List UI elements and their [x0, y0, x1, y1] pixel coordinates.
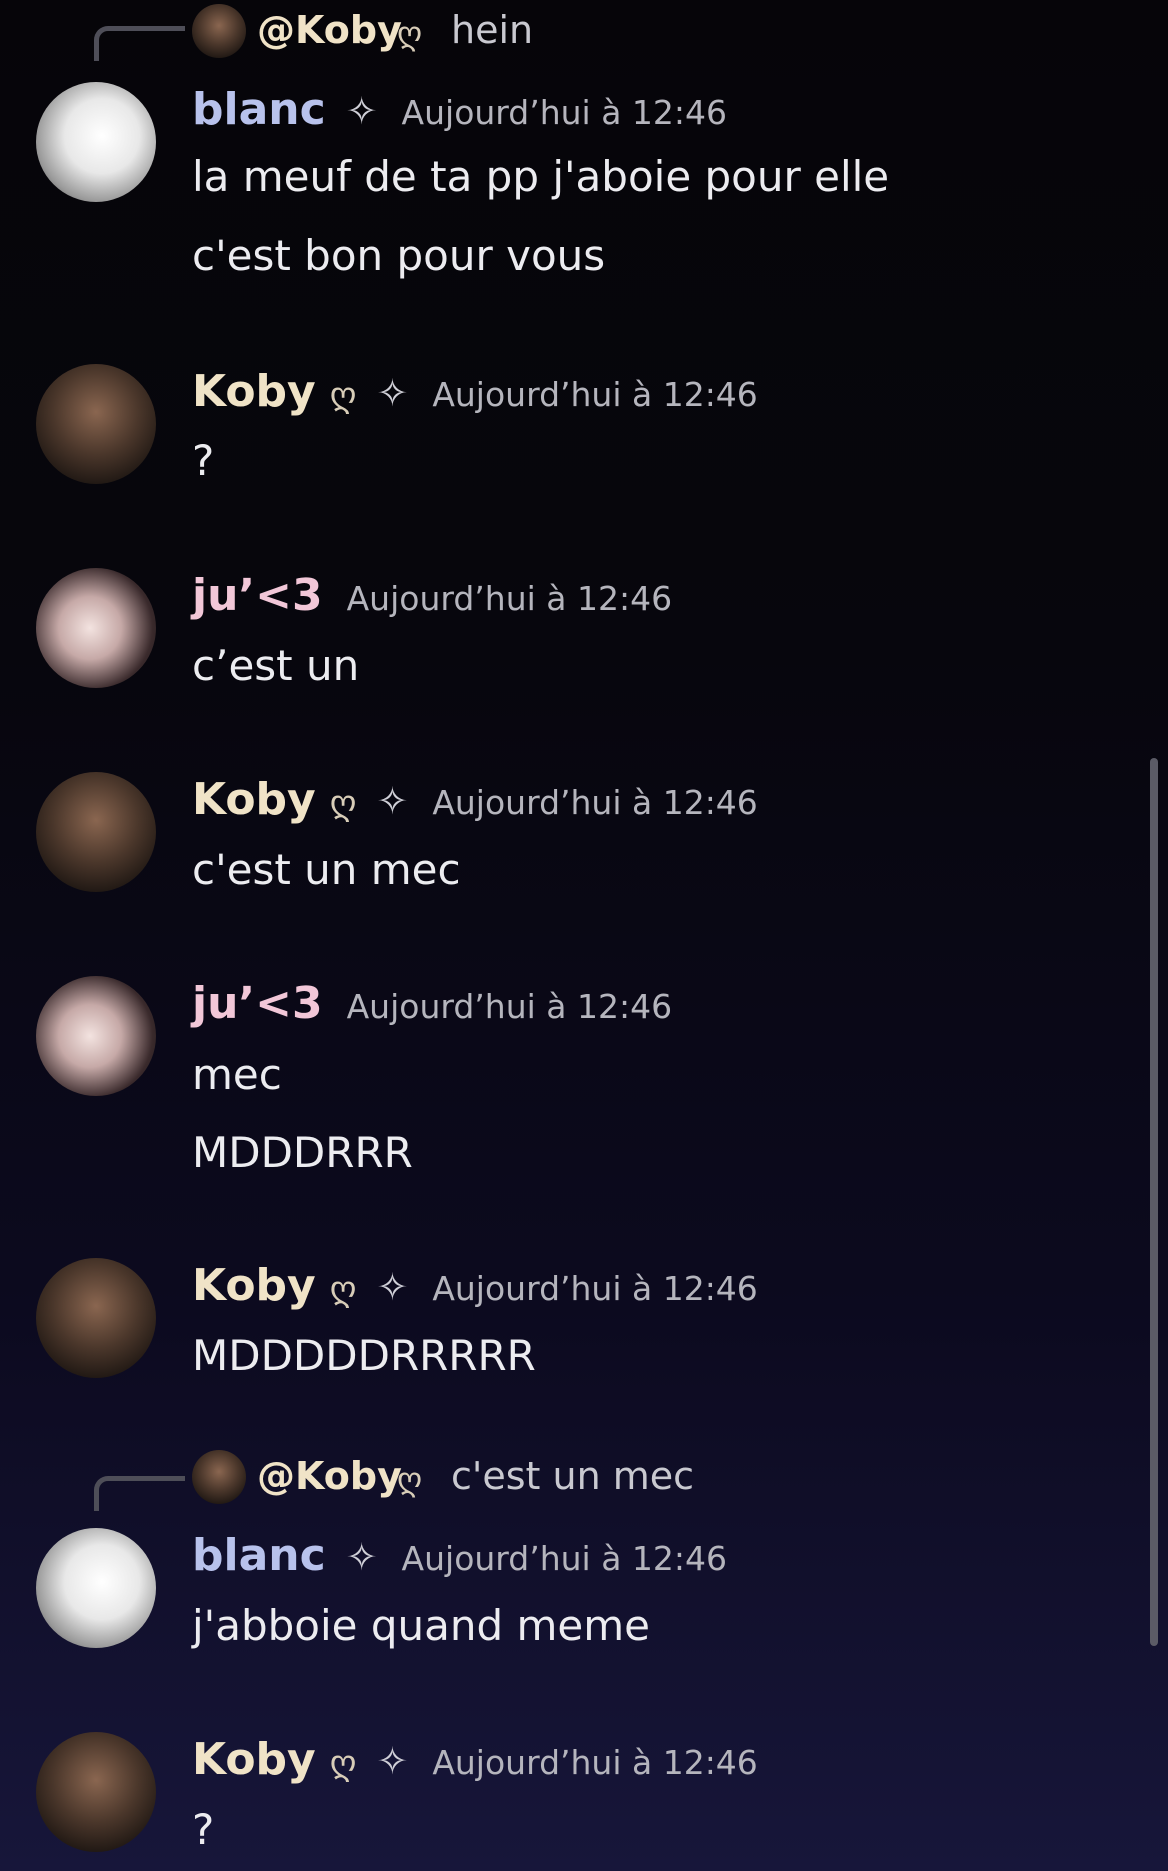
message-header: blanc ✧ Aujourd’hui à 12:46 [192, 84, 727, 135]
message-text: c’est un [192, 641, 360, 690]
username[interactable]: Koby [192, 366, 316, 417]
message-text: mec [192, 1050, 282, 1099]
reply-connector [94, 26, 185, 61]
message-header: Koby ღ ✧ Aujourd’hui à 12:46 [192, 366, 758, 417]
heart-loop-icon: ღ [397, 1460, 423, 1498]
message-text: MDDDRRR [192, 1128, 413, 1177]
avatar[interactable] [36, 1258, 156, 1378]
avatar[interactable] [36, 568, 156, 688]
timestamp: Aujourd’hui à 12:46 [401, 1539, 728, 1578]
message-header: ju’<3 Aujourd’hui à 12:46 [192, 570, 672, 621]
message-text: ? [192, 436, 215, 485]
reply-preview[interactable]: @Koby ღ c'est un mec [0, 1446, 1140, 1511]
scrollbar[interactable] [1150, 758, 1158, 1646]
timestamp: Aujourd’hui à 12:46 [432, 1269, 758, 1308]
message-header: Koby ღ ✧ Aujourd’hui à 12:46 [192, 774, 758, 825]
heart-loop-icon: ღ [329, 1743, 357, 1783]
reply-avatar [192, 4, 246, 58]
timestamp: Aujourd’hui à 12:46 [432, 1743, 758, 1782]
sparkle-icon: ✧ [376, 1265, 409, 1309]
sparkle-icon: ✧ [376, 779, 409, 823]
timestamp: Aujourd’hui à 12:46 [346, 987, 673, 1026]
timestamp: Aujourd’hui à 12:46 [346, 579, 673, 618]
message-text: c'est bon pour vous [192, 231, 606, 280]
username[interactable]: Koby [192, 774, 316, 825]
reply-avatar [192, 1450, 246, 1504]
message-header: Koby ღ ✧ Aujourd’hui à 12:46 [192, 1734, 758, 1785]
timestamp: Aujourd’hui à 12:46 [401, 93, 728, 132]
heart-loop-icon: ღ [397, 14, 423, 52]
sparkle-icon: ✧ [376, 1739, 409, 1783]
reply-preview[interactable]: @Koby ღ hein [0, 0, 1140, 61]
sparkle-icon: ✧ [345, 1535, 378, 1579]
username[interactable]: blanc [192, 84, 326, 135]
message-text: c'est un mec [192, 845, 461, 894]
avatar[interactable] [36, 976, 156, 1096]
username[interactable]: Koby [192, 1260, 316, 1311]
message-text: MDDDDDRRRRR [192, 1331, 536, 1380]
heart-loop-icon: ღ [329, 375, 357, 415]
reply-mention[interactable]: @Koby [257, 1454, 402, 1498]
message-header: blanc ✧ Aujourd’hui à 12:46 [192, 1530, 727, 1581]
heart-loop-icon: ღ [329, 1269, 357, 1309]
reply-text: hein [451, 8, 534, 52]
message-header: ju’<3 Aujourd’hui à 12:46 [192, 978, 672, 1029]
reply-mention[interactable]: @Koby [257, 8, 402, 52]
avatar[interactable] [36, 364, 156, 484]
reply-connector [94, 1476, 185, 1511]
username[interactable]: Koby [192, 1734, 316, 1785]
message-text: la meuf de ta pp j'aboie pour elle [192, 152, 890, 201]
avatar[interactable] [36, 1732, 156, 1852]
username[interactable]: ju’<3 [192, 570, 323, 621]
message-header: Koby ღ ✧ Aujourd’hui à 12:46 [192, 1260, 758, 1311]
sparkle-icon: ✧ [345, 89, 378, 133]
username[interactable]: ju’<3 [192, 978, 323, 1029]
message-text: j'abboie quand meme [192, 1601, 650, 1650]
timestamp: Aujourd’hui à 12:46 [432, 375, 758, 414]
username[interactable]: blanc [192, 1530, 326, 1581]
reply-text: c'est un mec [451, 1454, 695, 1498]
timestamp: Aujourd’hui à 12:46 [432, 783, 758, 822]
heart-loop-icon: ღ [329, 783, 357, 823]
avatar[interactable] [36, 1528, 156, 1648]
avatar[interactable] [36, 82, 156, 202]
sparkle-icon: ✧ [376, 371, 409, 415]
message-text: ? [192, 1805, 215, 1854]
avatar[interactable] [36, 772, 156, 892]
